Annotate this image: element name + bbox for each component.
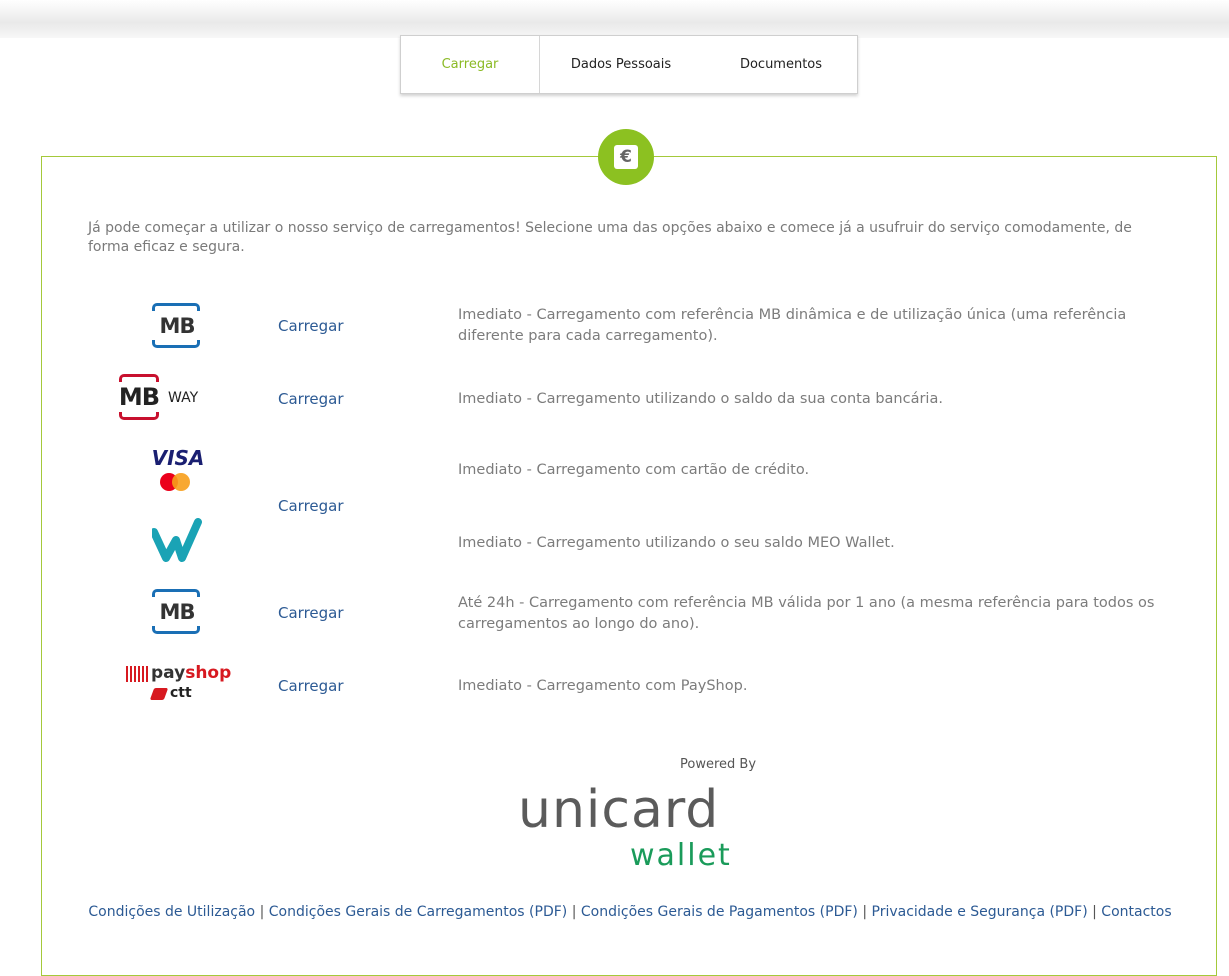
footer-separator: |	[1092, 904, 1097, 920]
carregar-mbway-link[interactable]: Carregar	[278, 390, 344, 408]
visa-mastercard-logo-icon: VISA	[150, 446, 206, 494]
multibanco-logo-icon: MB	[152, 303, 202, 349]
multibanco-annual-logo-icon: MB	[152, 589, 202, 635]
footer-separator: |	[862, 904, 868, 920]
mb-annual-logo-text: MB	[159, 600, 196, 624]
mb-dynamic-description: Imediato - Carregamento com referência M…	[458, 307, 1127, 344]
tab-bar: Carregar Dados Pessoais Documentos	[400, 35, 858, 94]
footer-separator: |	[571, 904, 577, 920]
payshop-building-icon	[126, 666, 148, 682]
footer-link-condicoes-pagamentos[interactable]: Condições Gerais de Pagamentos (PDF)	[581, 904, 858, 920]
powered-by-label: Powered By	[680, 757, 757, 772]
tab-documentos[interactable]: Documentos	[711, 36, 851, 93]
footer-links: Condições de Utilização | Condições Gera…	[80, 903, 1180, 922]
card-description: Imediato - Carregamento com cartão de cr…	[458, 462, 810, 478]
footer-link-contactos[interactable]: Contactos	[1101, 904, 1171, 920]
meo-wallet-description: Imediato - Carregamento utilizando o seu…	[458, 535, 895, 551]
euro-symbol: €	[614, 145, 638, 169]
tab-carregar[interactable]: Carregar	[401, 36, 540, 93]
mbway-description: Imediato - Carregamento utilizando o sal…	[458, 391, 943, 407]
intro-text: Já pode começar a utilizar o nosso servi…	[88, 220, 1132, 255]
content-panel	[41, 156, 1217, 976]
mastercard-orange-circle	[172, 473, 190, 491]
payshop-description: Imediato - Carregamento com PayShop.	[458, 678, 748, 694]
euro-icon: €	[598, 129, 654, 185]
mbway-logo-way: WAY	[168, 390, 199, 406]
visa-logo-text: VISA	[151, 446, 205, 470]
carregar-mb-link[interactable]: Carregar	[278, 317, 344, 335]
mbway-logo-icon: MB WAY	[113, 374, 228, 420]
wallet-logo-text: wallet	[630, 838, 732, 873]
footer-link-condicoes-carregamentos[interactable]: Condições Gerais de Carregamentos (PDF)	[269, 904, 568, 920]
carregar-mb-annual-link[interactable]: Carregar	[278, 604, 344, 622]
footer-link-condicoes-utilizacao[interactable]: Condições de Utilização	[88, 904, 255, 920]
unicard-logo-text: unicard	[518, 780, 720, 840]
mbway-logo-mb: MB	[118, 383, 160, 411]
payshop-shop-text: shop	[185, 663, 232, 683]
top-shade	[0, 0, 1229, 38]
meo-wallet-logo-icon	[150, 518, 202, 564]
mb-logo-text: MB	[159, 314, 196, 338]
tab-dados-pessoais[interactable]: Dados Pessoais	[546, 36, 696, 93]
payshop-pay-text: pay	[151, 663, 186, 683]
payshop-ctt-logo-icon: payshop ctt	[122, 660, 232, 708]
carregar-card-wallet-link[interactable]: Carregar	[278, 497, 344, 515]
footer-separator: |	[259, 904, 265, 920]
unicard-wallet-logo: unicard wallet	[518, 780, 730, 873]
payshop-ctt-text: ctt	[170, 685, 192, 701]
footer-link-privacidade[interactable]: Privacidade e Segurança (PDF)	[872, 904, 1088, 920]
mb-annual-description: Até 24h - Carregamento com referência MB…	[458, 595, 1155, 632]
carregar-payshop-link[interactable]: Carregar	[278, 677, 344, 695]
ctt-horse-icon	[149, 688, 169, 700]
